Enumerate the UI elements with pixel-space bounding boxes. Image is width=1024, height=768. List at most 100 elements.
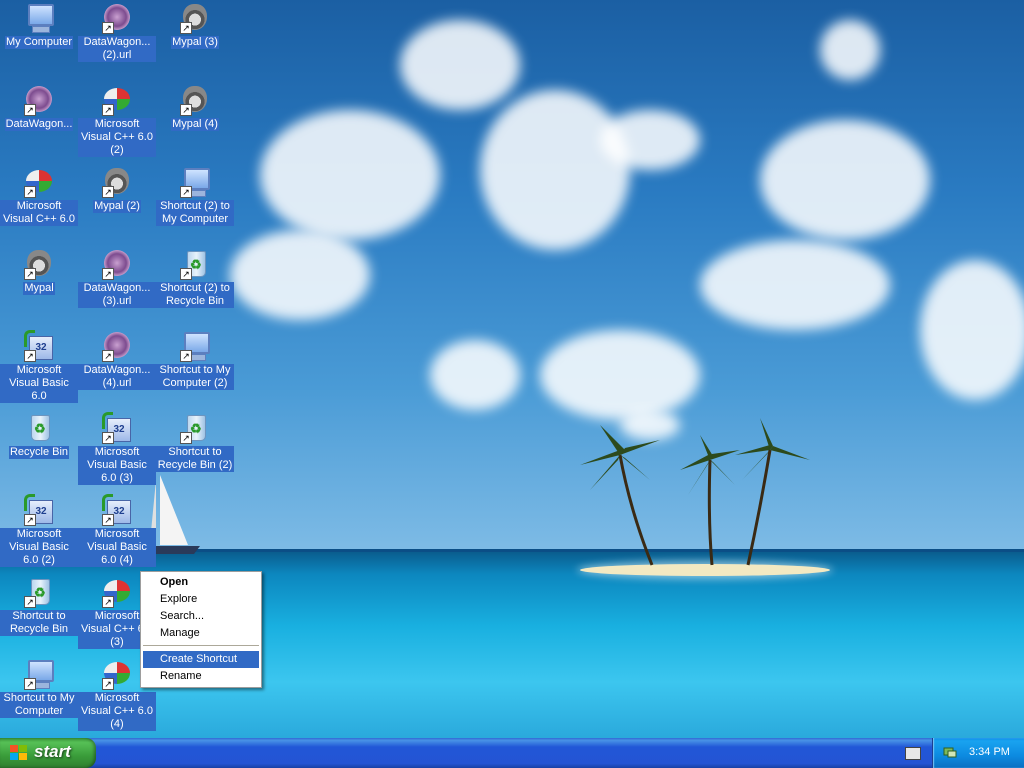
system-tray: 3:34 PM <box>932 738 1024 768</box>
shortcut-arrow-icon: ↗ <box>102 432 114 444</box>
taskbar: start 3:34 PM <box>0 738 1024 768</box>
icon-label: Microsoft Visual Basic 6.0 (3) <box>78 446 156 485</box>
icon-visual-basic-4[interactable]: 32 ↗ Microsoft Visual Basic 6.0 (4) <box>78 492 156 567</box>
icon-mypal-4[interactable]: ↗ Mypal (4) <box>156 82 234 152</box>
icon-label: Mypal (2) <box>93 200 141 213</box>
menu-item-create-shortcut[interactable]: Create Shortcut <box>143 651 259 668</box>
datawagon-url-icon: ↗ <box>100 330 134 362</box>
icon-mypal-3[interactable]: ↗ Mypal (3) <box>156 0 234 70</box>
visual-basic-icon: 32 ↗ <box>22 494 56 526</box>
shortcut-arrow-icon: ↗ <box>180 350 192 362</box>
visual-cpp-icon: ↗ <box>100 84 134 116</box>
menu-item-explore[interactable]: Explore <box>143 591 259 608</box>
icon-label: Recycle Bin <box>8 446 70 459</box>
icon-label: DataWagon... (2).url <box>78 36 156 62</box>
menu-separator <box>143 645 259 646</box>
icon-visual-basic-3[interactable]: 32 ↗ Microsoft Visual Basic 6.0 (3) <box>78 410 156 485</box>
clock[interactable]: 3:34 PM <box>969 746 1010 758</box>
shortcut-arrow-icon: ↗ <box>24 596 36 608</box>
icon-label: Mypal (4) <box>171 118 219 131</box>
icon-shortcut-2-recycle-bin[interactable]: ♻ ↗ Shortcut (2) to Recycle Bin <box>156 246 234 316</box>
icon-label: Microsoft Visual C++ 6.0 (2) <box>78 118 156 157</box>
menu-item-open[interactable]: Open <box>143 574 259 591</box>
icon-recycle-bin[interactable]: ♻ Recycle Bin <box>0 410 78 480</box>
visual-cpp-icon: ↗ <box>22 166 56 198</box>
icon-datawagon-3[interactable]: ↗ DataWagon... (3).url <box>78 246 156 316</box>
menu-item-search[interactable]: Search... <box>143 608 259 625</box>
icon-label: Microsoft Visual Basic 6.0 (4) <box>78 528 156 567</box>
windows-logo-icon <box>10 745 28 761</box>
icon-visual-basic[interactable]: 32 ↗ Microsoft Visual Basic 6.0 <box>0 328 78 403</box>
icon-visual-basic-2[interactable]: 32 ↗ Microsoft Visual Basic 6.0 (2) <box>0 492 78 567</box>
recycle-bin-icon: ♻ ↗ <box>178 412 212 444</box>
shortcut-arrow-icon: ↗ <box>102 596 114 608</box>
start-label: start <box>34 742 71 761</box>
mypal-icon: ↗ <box>100 166 134 198</box>
icon-label: Microsoft Visual C++ 6.0 <box>0 200 78 226</box>
my-computer-icon <box>22 2 56 34</box>
shortcut-arrow-icon: ↗ <box>102 104 114 116</box>
icon-label: DataWagon... (4).url <box>78 364 156 390</box>
keyboard-icon[interactable] <box>905 747 921 760</box>
icon-mypal[interactable]: ↗ Mypal <box>0 246 78 316</box>
icon-label: Shortcut to My Computer <box>0 692 78 718</box>
visual-basic-icon: 32 ↗ <box>100 412 134 444</box>
visual-cpp-icon: ↗ <box>100 658 134 690</box>
recycle-bin-icon: ♻ ↗ <box>22 576 56 608</box>
shortcut-arrow-icon: ↗ <box>180 268 192 280</box>
shortcut-arrow-icon: ↗ <box>180 104 192 116</box>
icon-shortcut-2-my-computer[interactable]: ↗ Shortcut (2) to My Computer <box>156 164 234 234</box>
icon-visual-cpp-2[interactable]: ↗ Microsoft Visual C++ 6.0 (2) <box>78 82 156 157</box>
palm-trees <box>580 418 810 566</box>
menu-item-manage[interactable]: Manage <box>143 625 259 642</box>
shortcut-arrow-icon: ↗ <box>24 186 36 198</box>
shortcut-arrow-icon: ↗ <box>24 514 36 526</box>
icon-datawagon[interactable]: ↗ DataWagon... <box>0 82 78 152</box>
visual-cpp-icon: ↗ <box>100 576 134 608</box>
datawagon-url-icon: ↗ <box>100 2 134 34</box>
recycle-bin-icon: ♻ <box>22 412 56 444</box>
icon-label: Microsoft Visual C++ 6.0 (4) <box>78 692 156 731</box>
my-computer-icon: ↗ <box>178 330 212 362</box>
icon-label: Shortcut (2) to My Computer <box>156 200 234 226</box>
icon-label: Microsoft Visual Basic 6.0 (2) <box>0 528 78 567</box>
shortcut-arrow-icon: ↗ <box>180 22 192 34</box>
my-computer-icon: ↗ <box>22 658 56 690</box>
mypal-icon: ↗ <box>178 84 212 116</box>
icon-my-computer[interactable]: My Computer <box>0 0 78 70</box>
icon-shortcut-recycle-bin-2[interactable]: ♻ ↗ Shortcut to Recycle Bin (2) <box>156 410 234 480</box>
visual-basic-icon: 32 ↗ <box>100 494 134 526</box>
icon-shortcut-my-computer-2[interactable]: ↗ Shortcut to My Computer (2) <box>156 328 234 398</box>
icon-label: DataWagon... (3).url <box>78 282 156 308</box>
icon-shortcut-recycle-bin[interactable]: ♻ ↗ Shortcut to Recycle Bin <box>0 574 78 644</box>
context-menu: Open Explore Search... Manage Create Sho… <box>140 571 262 688</box>
icon-label: Mypal <box>23 282 55 295</box>
shortcut-arrow-icon: ↗ <box>102 22 114 34</box>
icon-datawagon-2[interactable]: ↗ DataWagon... (2).url <box>78 0 156 70</box>
shortcut-arrow-icon: ↗ <box>102 186 114 198</box>
shortcut-arrow-icon: ↗ <box>24 350 36 362</box>
icon-label: Shortcut (2) to Recycle Bin <box>156 282 234 308</box>
my-computer-icon: ↗ <box>178 166 212 198</box>
icon-visual-cpp[interactable]: ↗ Microsoft Visual C++ 6.0 <box>0 164 78 234</box>
menu-item-rename[interactable]: Rename <box>143 668 259 685</box>
datawagon-url-icon: ↗ <box>100 248 134 280</box>
icon-label: My Computer <box>4 36 74 49</box>
visual-basic-icon: 32 ↗ <box>22 330 56 362</box>
shortcut-arrow-icon: ↗ <box>180 432 192 444</box>
shortcut-arrow-icon: ↗ <box>24 678 36 690</box>
shortcut-arrow-icon: ↗ <box>24 268 36 280</box>
mypal-icon: ↗ <box>178 2 212 34</box>
icon-datawagon-4[interactable]: ↗ DataWagon... (4).url <box>78 328 156 398</box>
icon-mypal-2[interactable]: ↗ Mypal (2) <box>78 164 156 234</box>
icon-shortcut-my-computer[interactable]: ↗ Shortcut to My Computer <box>0 656 78 726</box>
icon-label: Microsoft Visual Basic 6.0 <box>0 364 78 403</box>
shortcut-arrow-icon: ↗ <box>102 350 114 362</box>
network-tray-icon[interactable] <box>943 746 957 758</box>
icon-label: Mypal (3) <box>171 36 219 49</box>
shortcut-arrow-icon: ↗ <box>180 186 192 198</box>
shortcut-arrow-icon: ↗ <box>102 514 114 526</box>
shortcut-arrow-icon: ↗ <box>24 104 36 116</box>
shortcut-arrow-icon: ↗ <box>102 678 114 690</box>
start-button[interactable]: start <box>0 738 96 768</box>
